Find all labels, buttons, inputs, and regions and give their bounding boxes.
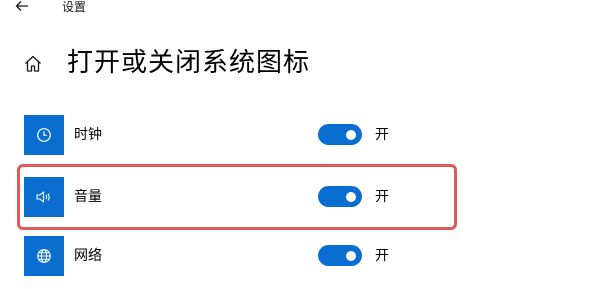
toggle-knob [346, 251, 356, 261]
title-bar: 设置 [0, 0, 600, 18]
back-button[interactable] [12, 0, 32, 15]
network-globe-icon [37, 249, 51, 263]
clock-toggle-state: 开 [375, 127, 389, 143]
back-arrow-icon [15, 1, 28, 11]
toggle-knob [346, 130, 356, 140]
network-toggle-state: 开 [375, 248, 389, 264]
app-title: 设置 [62, 0, 87, 14]
volume-highlight-box [17, 164, 457, 230]
row-label-network: 网络 [74, 248, 102, 264]
system-icon-row-network: 网络 开 [24, 236, 584, 276]
network-tile [24, 236, 64, 276]
row-label-clock: 时钟 [74, 127, 102, 143]
system-icon-row-clock: 时钟 开 [24, 115, 584, 155]
page-title: 打开或关闭系统图标 [67, 48, 311, 78]
clock-tile [24, 115, 64, 155]
clock-toggle[interactable] [318, 124, 362, 145]
network-toggle[interactable] [318, 245, 362, 266]
home-icon [23, 54, 43, 74]
clock-icon [37, 128, 51, 142]
